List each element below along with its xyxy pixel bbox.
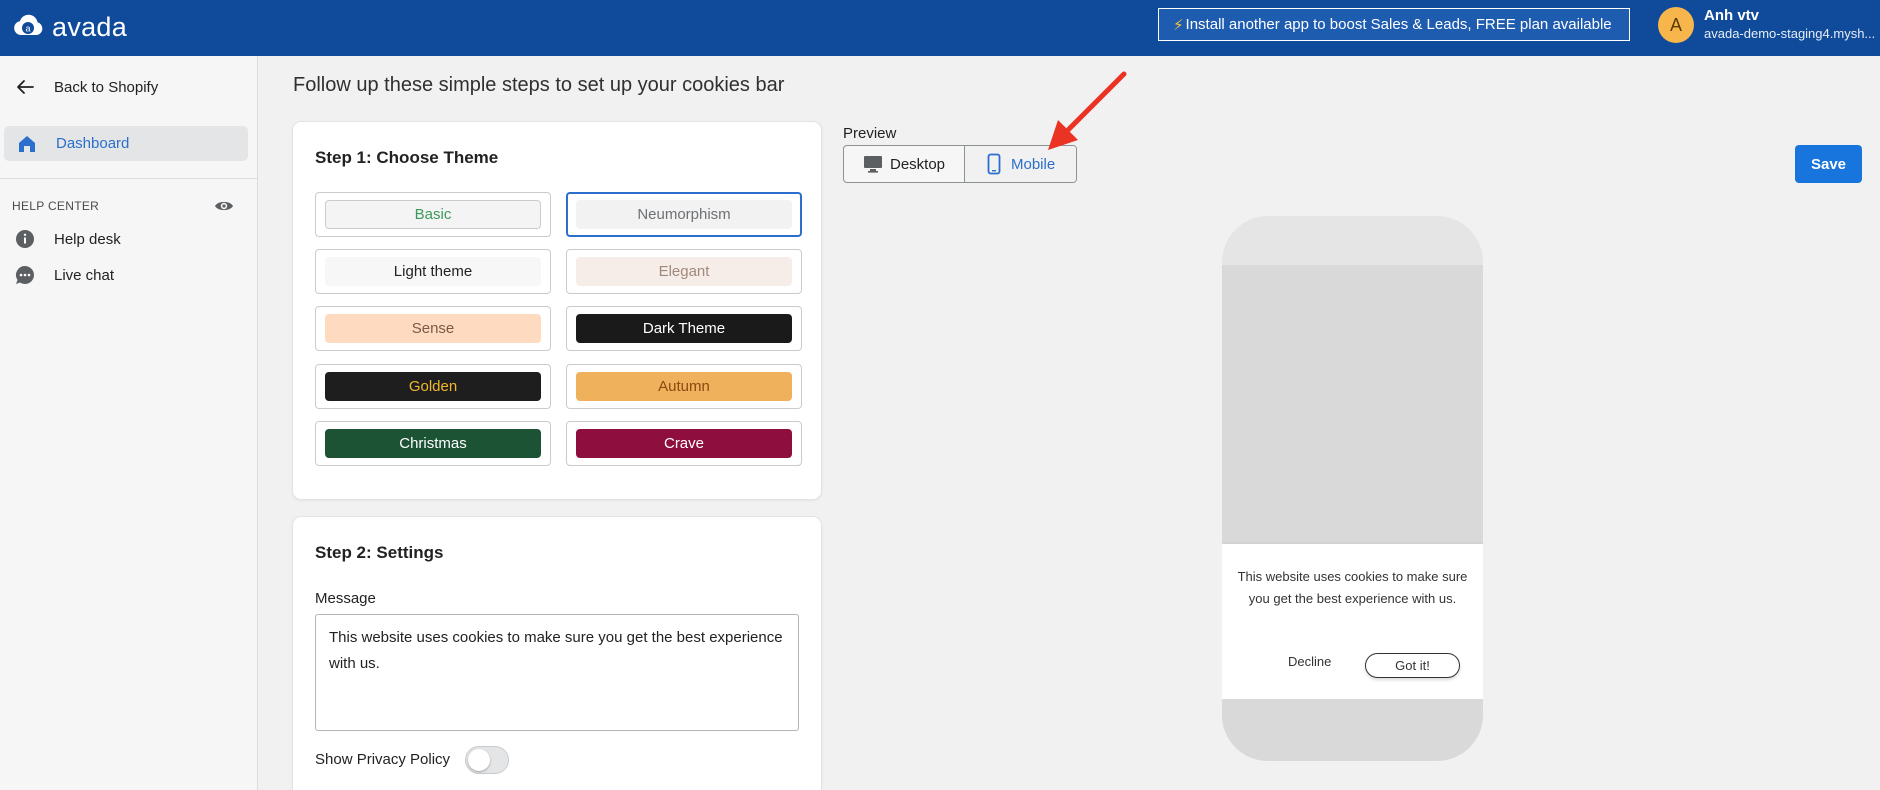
message-textarea[interactable]: This website uses cookies to make sure y… xyxy=(315,614,799,731)
theme-swatch-label: Christmas xyxy=(325,429,541,458)
step2-title: Step 2: Settings xyxy=(315,543,444,562)
chat-icon xyxy=(15,266,34,284)
sidebar-item-live-chat[interactable]: Live chat xyxy=(14,264,114,286)
desktop-label: Desktop xyxy=(890,155,946,173)
user-menu[interactable]: A Anh vtv avada-demo-staging4.mysh... xyxy=(1658,7,1875,43)
privacy-policy-label: Show Privacy Policy xyxy=(315,751,451,768)
sidebar-divider xyxy=(0,178,257,179)
desktop-icon xyxy=(864,156,882,173)
theme-option-neumorphism[interactable]: Neumorphism xyxy=(566,192,802,237)
eye-icon[interactable] xyxy=(214,196,234,216)
theme-swatch-label: Sense xyxy=(325,314,541,343)
page-title: Follow up these simple steps to set up y… xyxy=(293,74,785,96)
svg-text:a: a xyxy=(25,24,30,34)
user-name: Anh vtv xyxy=(1704,7,1760,24)
brand-logo[interactable]: a avada xyxy=(12,10,127,44)
theme-option-light-theme[interactable]: Light theme xyxy=(315,249,551,294)
phone-screen xyxy=(1222,265,1483,544)
mobile-icon xyxy=(987,153,1001,175)
theme-swatch-label: Elegant xyxy=(576,257,792,286)
mobile-label: Mobile xyxy=(1011,155,1056,173)
theme-swatch-label: Basic xyxy=(325,200,541,229)
toggle-knob xyxy=(468,749,490,771)
theme-swatch-label: Light theme xyxy=(325,257,541,286)
annotation-arrow-icon xyxy=(1048,71,1127,150)
decline-button[interactable]: Decline xyxy=(1288,654,1331,669)
phone-preview: This website uses cookies to make sure y… xyxy=(1222,216,1483,761)
cookie-message: This website uses cookies to make sure y… xyxy=(1237,569,1468,606)
theme-option-christmas[interactable]: Christmas xyxy=(315,421,551,466)
help-center-label: HELP CENTER xyxy=(12,199,100,213)
promo-text: Install another app to boost Sales & Lea… xyxy=(1185,16,1612,33)
user-store: avada-demo-staging4.mysh... xyxy=(1704,26,1876,41)
privacy-policy-toggle[interactable] xyxy=(465,746,509,774)
theme-swatch-label: Dark Theme xyxy=(576,314,792,343)
cookie-bar-preview: This website uses cookies to make sure y… xyxy=(1222,544,1483,699)
theme-option-autumn[interactable]: Autumn xyxy=(566,364,802,409)
dashboard-label: Dashboard xyxy=(56,135,130,152)
step2-card: Step 2: Settings Message This website us… xyxy=(293,517,821,790)
promo-banner[interactable]: ⚡ Install another app to boost Sales & L… xyxy=(1158,8,1630,41)
help-center-header: HELP CENTER xyxy=(12,196,234,216)
arrow-left-icon xyxy=(17,80,34,94)
back-to-shopify-link[interactable]: Back to Shopify xyxy=(14,76,158,98)
sidebar: Back to Shopify Dashboard HELP CENTER He… xyxy=(0,56,258,790)
theme-option-golden[interactable]: Golden xyxy=(315,364,551,409)
theme-option-dark-theme[interactable]: Dark Theme xyxy=(566,306,802,351)
lightning-icon: ⚡ xyxy=(1173,16,1184,34)
message-label: Message xyxy=(315,590,376,607)
theme-swatch-label: Golden xyxy=(325,372,541,401)
live-chat-label: Live chat xyxy=(54,266,115,284)
phone-bottom xyxy=(1222,699,1483,761)
info-icon xyxy=(16,230,34,248)
avatar: A xyxy=(1658,7,1694,43)
theme-swatch-label: Crave xyxy=(576,429,792,458)
save-button[interactable]: Save xyxy=(1795,145,1862,183)
top-bar: a avada ⚡ Install another app to boost S… xyxy=(0,0,1880,56)
home-icon xyxy=(19,135,35,152)
theme-option-crave[interactable]: Crave xyxy=(566,421,802,466)
desktop-button[interactable]: Desktop xyxy=(844,146,965,182)
theme-swatch-label: Neumorphism xyxy=(576,200,792,229)
theme-option-sense[interactable]: Sense xyxy=(315,306,551,351)
back-label: Back to Shopify xyxy=(54,78,159,96)
brand-name: avada xyxy=(52,11,128,42)
sidebar-item-dashboard[interactable]: Dashboard xyxy=(4,126,248,161)
accept-button[interactable]: Got it! xyxy=(1365,653,1460,678)
preview-label: Preview xyxy=(843,125,897,142)
theme-option-basic[interactable]: Basic xyxy=(315,192,551,237)
theme-option-elegant[interactable]: Elegant xyxy=(566,249,802,294)
sidebar-item-help-desk[interactable]: Help desk xyxy=(14,228,121,250)
step1-card: Step 1: Choose Theme Basic Neumorphism Lig… xyxy=(293,122,821,499)
theme-swatch-label: Autumn xyxy=(576,372,792,401)
step1-title: Step 1: Choose Theme xyxy=(315,148,499,167)
avada-logo-icon: a xyxy=(14,14,43,35)
help-desk-label: Help desk xyxy=(54,230,121,248)
